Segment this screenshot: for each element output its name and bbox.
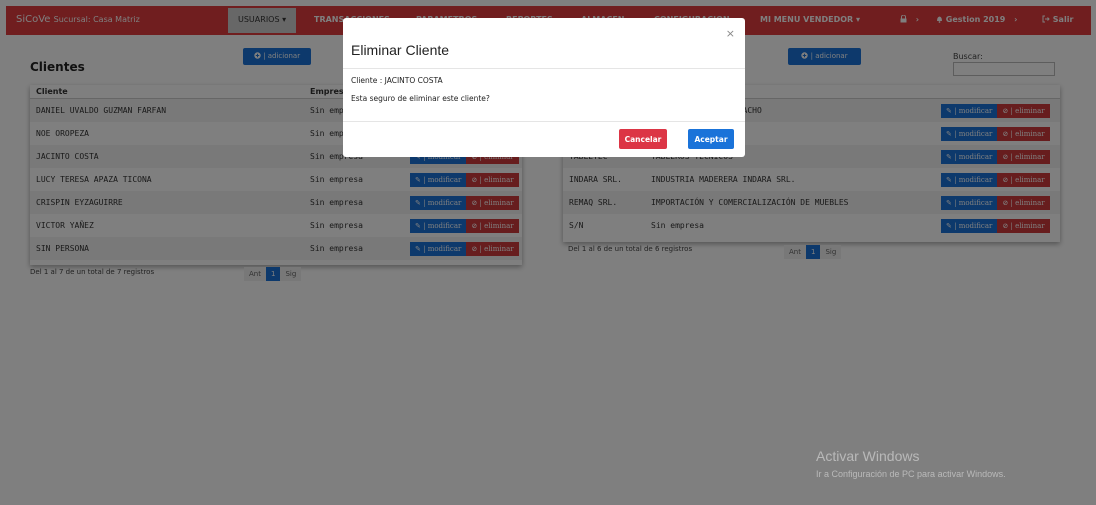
windows-activation-title: Activar Windows [816,448,920,464]
cancel-button[interactable]: Cancelar [619,129,667,149]
page: SiCoVe Sucursal: Casa Matriz USUARIOS ▾ … [0,0,1096,505]
delete-client-dialog: Eliminar Cliente × Cliente : JACINTO COS… [343,18,745,157]
accept-button[interactable]: Aceptar [688,129,734,149]
divider [343,121,745,122]
dialog-question: Esta seguro de eliminar este cliente? [351,94,490,103]
dialog-client-name: Cliente : JACINTO COSTA [351,76,443,85]
dialog-title: Eliminar Cliente [351,42,450,58]
windows-activation-subtitle: Ir a Configuración de PC para activar Wi… [816,469,1006,479]
divider [343,68,745,69]
close-icon[interactable]: × [726,27,735,40]
